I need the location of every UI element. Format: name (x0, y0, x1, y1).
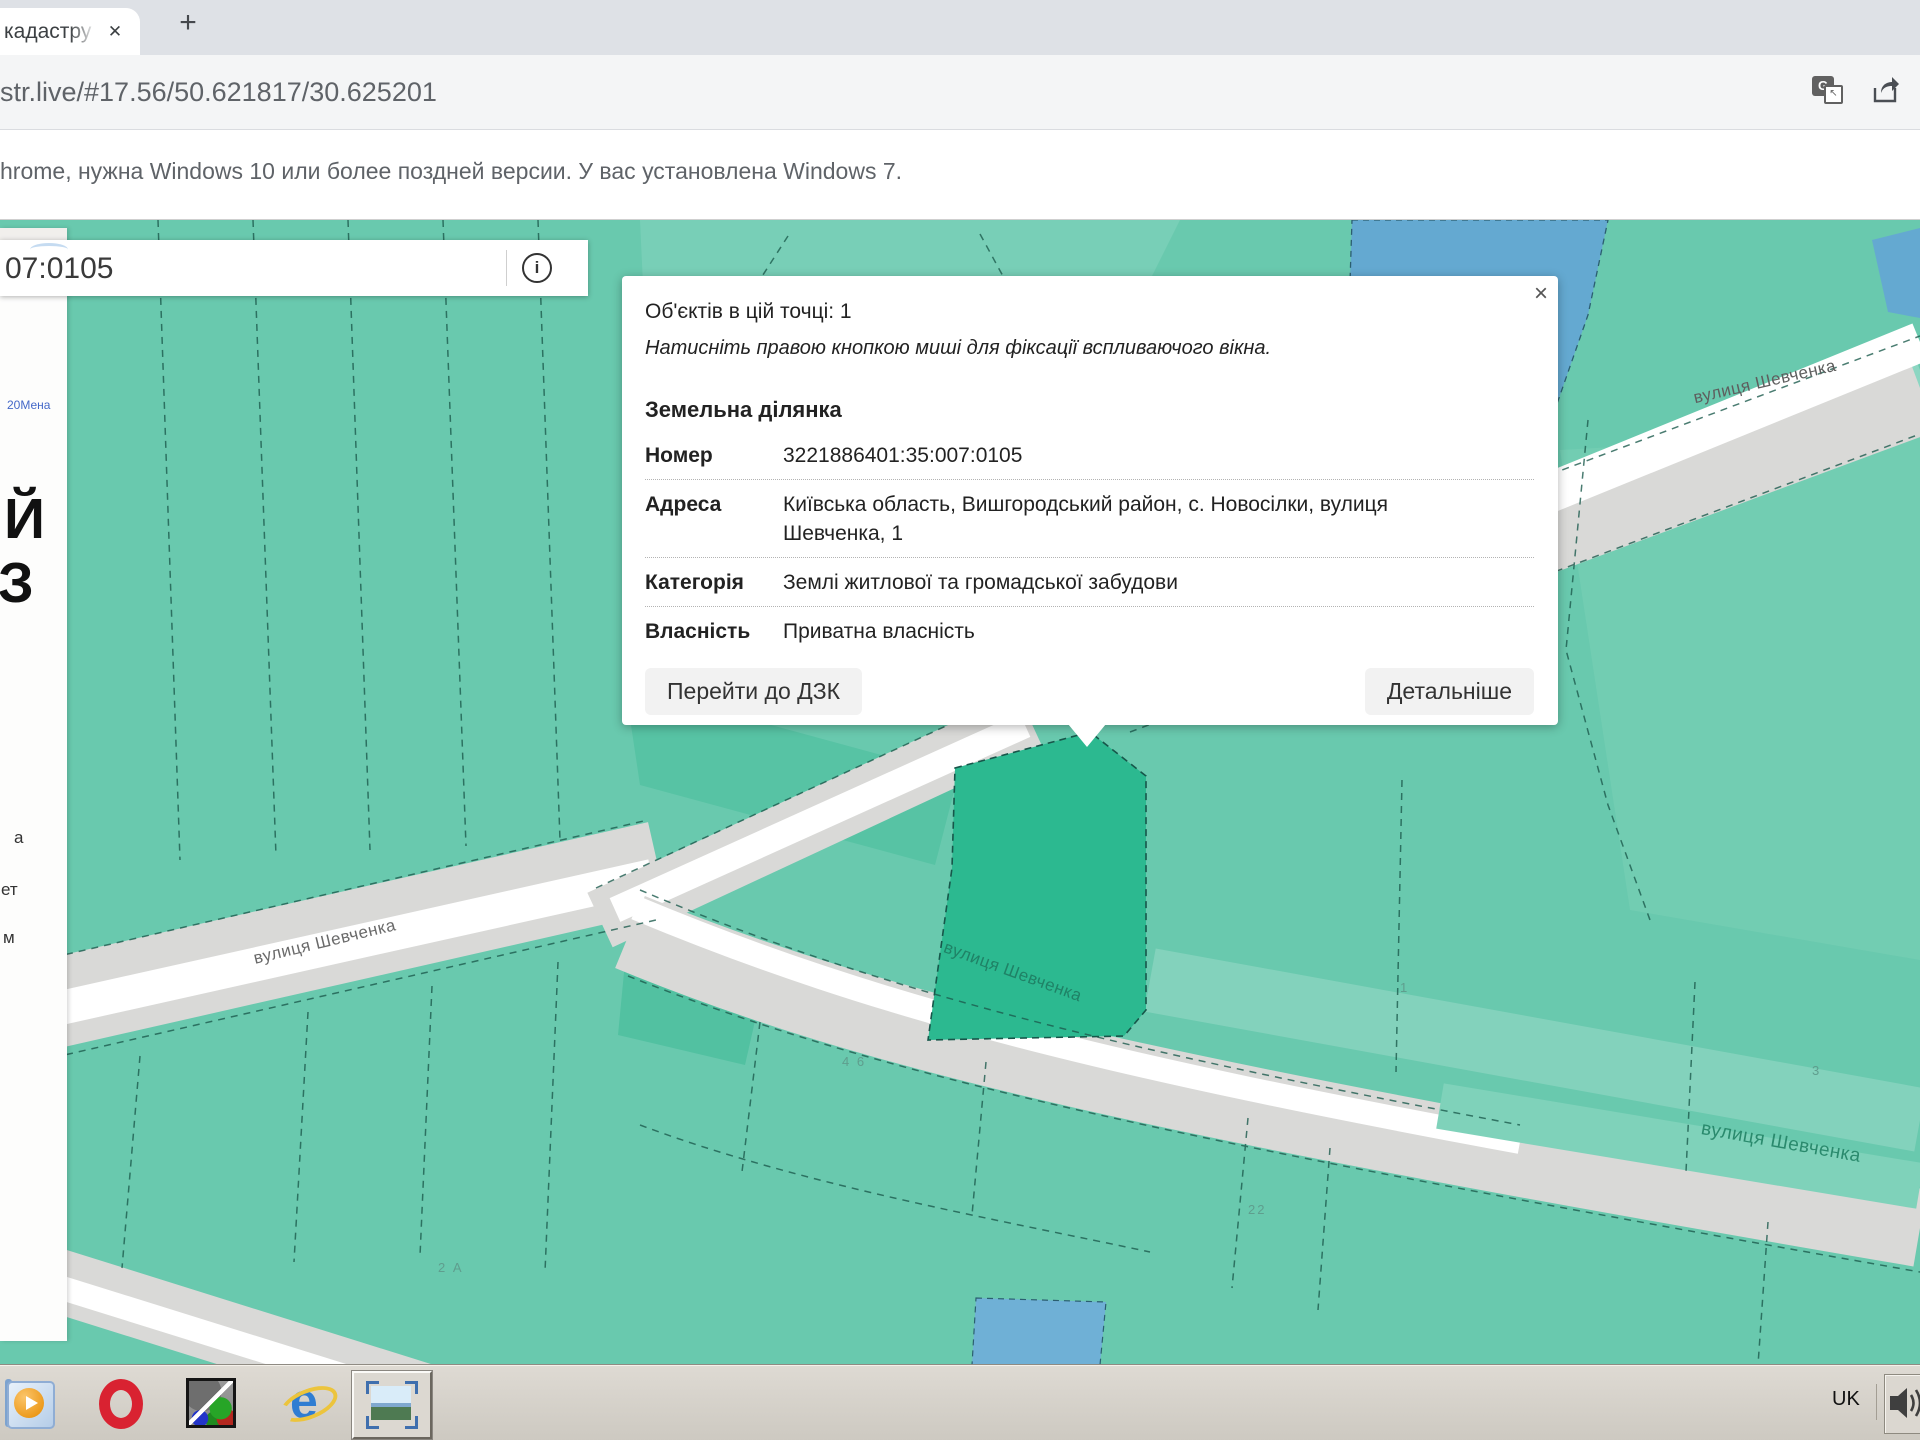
sidebar-link-fragment[interactable]: 20Мена (7, 398, 50, 412)
update-notification-text: hrome, нужна Windows 10 или более поздне… (0, 158, 902, 185)
tab-title: кадастру (4, 20, 96, 46)
tray-divider (1876, 1384, 1877, 1420)
row-value: Приватна власність (783, 617, 975, 646)
new-tab-button[interactable]: + (172, 8, 204, 40)
parcel-info-popup: × Об'єктів в цій точці: 1 Натисніть прав… (622, 276, 1558, 725)
table-row: Номер 3221886401:35:007:0105 (645, 431, 1534, 480)
row-value: 3221886401:35:007:0105 (783, 441, 1022, 470)
update-notification-bar: hrome, нужна Windows 10 или более поздне… (0, 130, 1920, 220)
row-label: Власність (645, 617, 783, 646)
browser-toolbar: str.live/#17.56/50.621817/30.625201 G ↖ (0, 55, 1920, 130)
parcel-number: 2 А (438, 1260, 464, 1275)
popup-caret (1068, 724, 1106, 747)
table-row: Власність Приватна власність (645, 607, 1534, 655)
media-player-icon[interactable] (5, 1378, 55, 1428)
sidebar-item-fragment[interactable]: ет (1, 880, 18, 900)
details-button[interactable]: Детальніше (1365, 668, 1534, 715)
cadastral-search-box[interactable]: 07:0105 i (0, 240, 588, 296)
row-label: Адреса (645, 490, 783, 548)
sidebar-heading-fragment: З (0, 550, 34, 616)
translate-icon-cursor: ↖ (1824, 85, 1843, 104)
share-icon[interactable] (1868, 73, 1902, 112)
table-row: Адреса Київська область, Вишгородський р… (645, 480, 1534, 558)
volume-icon[interactable] (1884, 1374, 1920, 1434)
row-value: Землі житлової та громадської забудови (783, 568, 1178, 597)
browser-tab[interactable]: кадастру ✕ (0, 8, 140, 55)
tab-close-icon[interactable]: ✕ (103, 20, 127, 44)
popup-attribute-table: Номер 3221886401:35:007:0105 Адреса Київ… (645, 431, 1534, 655)
image-viewer-taskbar-button[interactable] (352, 1371, 432, 1439)
taskbar: e UK (0, 1365, 1920, 1440)
row-label: Категорія (645, 568, 783, 597)
browser-tab-strip: кадастру ✕ + (0, 0, 1920, 55)
row-label: Номер (645, 441, 783, 470)
popup-objects-count: Об'єктів в цій точці: 1 (645, 300, 1534, 324)
sidebar-item-fragment[interactable]: м (3, 928, 15, 948)
popup-close-icon[interactable]: × (1534, 280, 1548, 308)
map-area[interactable]: вулиця Шевченка вулиця Шевченка вулиця Ш… (0, 220, 1920, 1365)
map-app-icon[interactable] (186, 1378, 236, 1428)
opera-icon[interactable] (96, 1378, 146, 1428)
search-divider (506, 250, 507, 286)
info-icon[interactable]: i (522, 253, 552, 283)
parcel-number: 4 6 (842, 1054, 866, 1069)
parcel-number: 3 (1812, 1063, 1821, 1078)
parcel-number: 1 (1400, 980, 1409, 995)
search-input[interactable]: 07:0105 (5, 252, 113, 286)
language-indicator[interactable]: UK (1832, 1388, 1860, 1411)
sidebar-item-fragment[interactable]: а (14, 828, 23, 848)
popup-buttons: Перейти до ДЗК Детальніше (645, 668, 1534, 715)
translate-icon[interactable]: G ↖ (1812, 76, 1842, 104)
go-to-dzk-button[interactable]: Перейти до ДЗК (645, 668, 862, 715)
site-sidebar: 20Мена Й З а ет м (0, 228, 67, 1341)
table-row: Категорія Землі житлової та громадської … (645, 558, 1534, 607)
popup-section-title: Земельна ділянка (645, 397, 1534, 423)
screen: кадастру ✕ + str.live/#17.56/50.621817/3… (0, 0, 1920, 1440)
parcel-number: 22 (1248, 1202, 1266, 1217)
row-value: Київська область, Вишгородський район, с… (783, 490, 1473, 548)
internet-explorer-icon[interactable]: e (282, 1378, 332, 1428)
address-bar-url[interactable]: str.live/#17.56/50.621817/30.625201 (0, 77, 437, 108)
sidebar-heading-fragment: Й (4, 486, 45, 552)
popup-hint: Натисніть правою кнопкою миші для фіксац… (645, 337, 1534, 360)
